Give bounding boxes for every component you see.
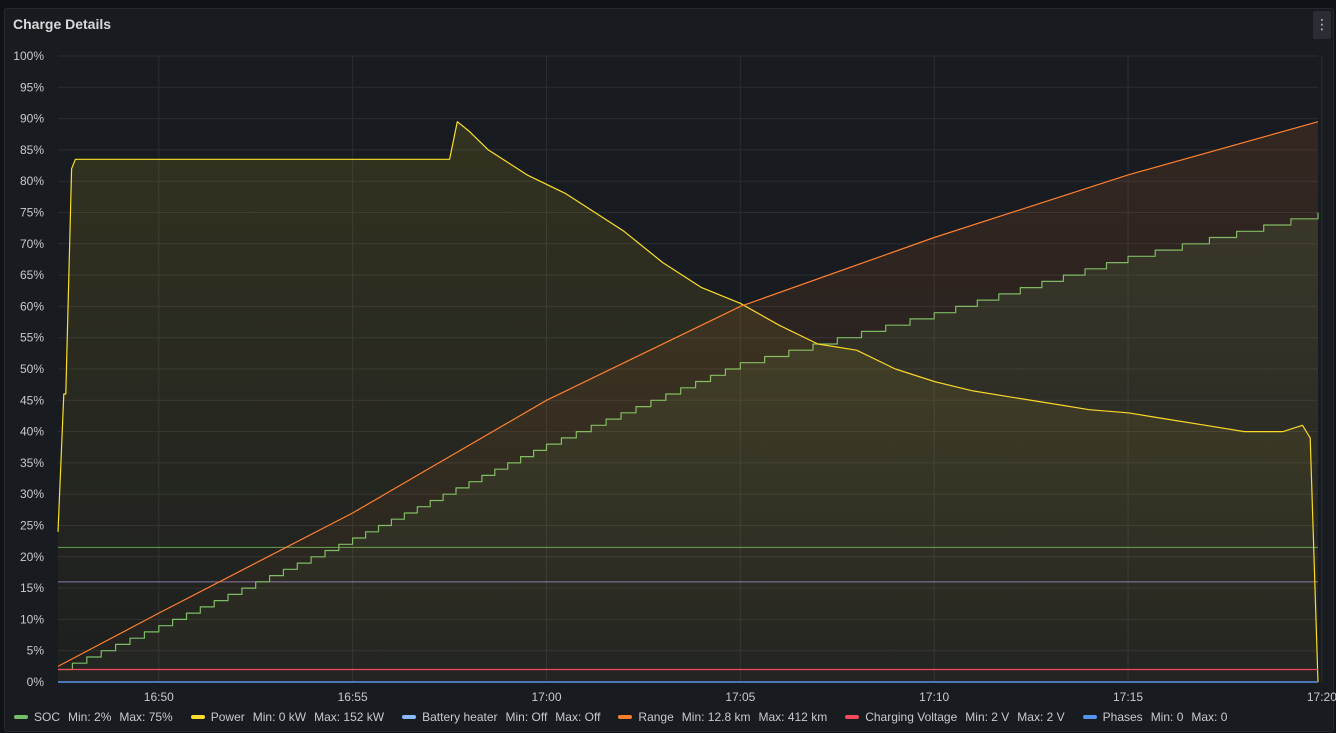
y-tick-label: 50% — [20, 362, 44, 376]
legend-max: Max: 152 kW — [314, 710, 385, 724]
y-tick-label: 90% — [20, 112, 44, 126]
chart-legend: SOC Min: 2% Max: 75% Power Min: 0 kW Max: 152… — [14, 708, 1245, 726]
legend-item[interactable]: SOC Min: 2% Max: 75% — [14, 710, 181, 724]
legend-series-name: Phases — [1102, 710, 1143, 724]
y-tick-label: 95% — [20, 80, 44, 94]
legend-max: Max: 2 V — [1017, 710, 1065, 724]
x-tick-label: 16:55 — [338, 690, 368, 704]
legend-min: Min: Off — [505, 710, 548, 724]
legend-max: Max: Off — [555, 710, 601, 724]
x-tick-label: 17:20 — [1307, 690, 1336, 704]
legend-max: Max: 0 — [1191, 710, 1228, 724]
legend-min: Min: 12.8 km — [681, 710, 751, 724]
legend-min: Min: 0 kW — [252, 710, 307, 724]
legend-series-name: Battery heater — [422, 710, 498, 724]
y-tick-label: 45% — [20, 393, 44, 407]
y-tick-label: 5% — [27, 644, 45, 658]
y-tick-label: 30% — [20, 487, 44, 501]
legend-item[interactable]: Charging Voltage Min: 2 V Max: 2 V — [845, 710, 1072, 724]
y-tick-label: 10% — [20, 612, 44, 626]
x-tick-label: 17:00 — [531, 690, 561, 704]
legend-swatch — [190, 715, 205, 719]
legend-series-name: Power — [210, 710, 245, 724]
y-tick-label: 65% — [20, 268, 44, 282]
legend-max: Max: 75% — [119, 710, 173, 724]
x-tick-label: 17:05 — [725, 690, 755, 704]
legend-item[interactable]: Range Min: 12.8 km Max: 412 km — [618, 710, 835, 724]
legend-swatch — [1082, 715, 1097, 719]
y-tick-label: 75% — [20, 206, 44, 220]
x-tick-label: 17:10 — [919, 690, 949, 704]
y-tick-label: 0% — [27, 675, 45, 689]
legend-min: Min: 2% — [68, 710, 112, 724]
y-tick-label: 70% — [20, 237, 44, 251]
legend-min: Min: 2 V — [965, 710, 1010, 724]
legend-swatch — [618, 715, 633, 719]
legend-min: Min: 0 — [1150, 710, 1184, 724]
legend-series-name: Range — [638, 710, 674, 724]
legend-max: Max: 412 km — [758, 710, 828, 724]
x-tick-label: 16:50 — [144, 690, 174, 704]
y-tick-label: 60% — [20, 299, 44, 313]
legend-item[interactable]: Power Min: 0 kW Max: 152 kW — [190, 710, 392, 724]
legend-item[interactable]: Phases Min: 0 Max: 0 — [1082, 710, 1236, 724]
y-tick-label: 100% — [13, 49, 44, 63]
y-tick-label: 85% — [20, 143, 44, 157]
legend-swatch — [845, 715, 860, 719]
y-tick-label: 80% — [20, 174, 44, 188]
y-tick-label: 25% — [20, 519, 44, 533]
legend-item[interactable]: Battery heater Min: Off Max: Off — [402, 710, 608, 724]
y-tick-label: 15% — [20, 581, 44, 595]
y-tick-label: 40% — [20, 425, 44, 439]
legend-series-name: SOC — [34, 710, 61, 724]
y-tick-label: 55% — [20, 331, 44, 345]
y-tick-label: 35% — [20, 456, 44, 470]
y-tick-label: 20% — [20, 550, 44, 564]
legend-series-name: Charging Voltage — [865, 710, 958, 724]
legend-swatch — [402, 715, 417, 719]
x-tick-label: 17:15 — [1113, 690, 1143, 704]
charge-chart: 0% 5% 10% 15% 20% 25% 30% 35% 40% 45% 50% 55% 60% 65%… — [13, 49, 1336, 704]
legend-swatch — [14, 715, 28, 719]
